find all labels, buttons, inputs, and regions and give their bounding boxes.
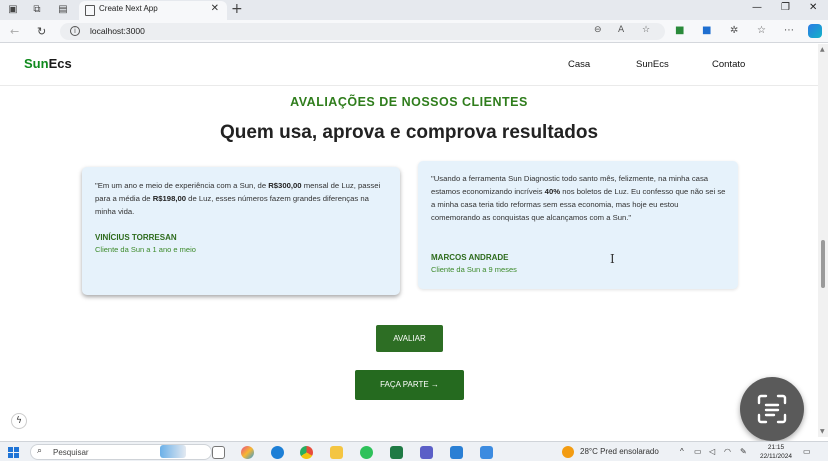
excel-icon[interactable] [390,446,403,459]
nav-link-contato[interactable]: Contato [712,59,745,70]
profile-icon[interactable]: ▣ [6,3,20,17]
nextjs-dev-indicator-icon[interactable]: ϟ [11,413,27,429]
url-field[interactable]: i localhost:3000 ⊖ A ☆ [60,23,665,40]
clock-date: 22/11/2024 [759,453,793,460]
whatsapp-icon[interactable] [360,446,373,459]
testimonial-card: "Usando a ferramenta Sun Diagnostic todo… [418,161,738,289]
testimonial-customer-since: Cliente da Sun a 1 ano e meio [95,245,196,254]
pen-icon[interactable]: ✎ [740,447,747,456]
testimonial-card: "Em um ano e meio de experiência com a S… [82,167,400,295]
wifi-icon[interactable]: ◠ [724,447,731,456]
browser-tab-strip: ▣ ⧉ ▤ Create Next App ✕ + — ❐ ✕ [0,0,828,20]
read-aloud-icon[interactable]: A [618,25,624,35]
close-window-icon[interactable]: ✕ [809,2,817,13]
edge-icon[interactable] [271,446,284,459]
file-explorer-icon[interactable] [330,446,343,459]
site-header: SunEcs Casa SunEcs Contato [0,44,818,86]
weather-icon[interactable] [562,446,574,458]
chrome-icon[interactable] [300,446,313,459]
taskbar-clock[interactable]: 21:15 22/11/2024 [757,443,795,461]
app-icon[interactable] [480,446,493,459]
page-favicon-icon [85,5,95,16]
workspaces-icon[interactable]: ⧉ [30,3,44,17]
windows-taskbar: ⌕ Pesquisar 28°C Pred ensolarado ^ ▭ ◁ ◠… [0,441,828,461]
volume-icon[interactable]: ◁ [709,447,715,456]
favorite-star-icon[interactable]: ☆ [642,25,650,35]
extension-icon[interactable]: ■ [675,25,684,36]
scrollbar-thumb[interactable] [821,240,825,288]
section-eyebrow: AVALIAÇÕES DE NOSSOS CLIENTES [290,95,528,109]
site-info-icon[interactable]: i [70,26,80,36]
site-logo[interactable]: SunEcs [24,56,72,71]
vertical-tabs-icon[interactable]: ▤ [56,3,70,17]
scroll-down-icon[interactable]: ▼ [820,428,825,435]
task-view-icon[interactable] [212,446,225,459]
restore-icon[interactable]: ❐ [781,2,790,13]
tab-title: Create Next App [99,4,158,13]
tray-chevron-icon[interactable]: ^ [680,447,684,456]
page-scrollbar[interactable]: ▲ ▼ [818,44,828,437]
close-tab-icon[interactable]: ✕ [211,3,219,14]
back-icon[interactable]: ← [10,25,19,38]
refresh-icon[interactable]: ↻ [37,25,46,38]
battery-icon[interactable]: ▭ [694,447,702,456]
testimonial-customer-since: Cliente da Sun a 9 meses [431,265,517,274]
address-bar-row: ← ↻ i localhost:3000 ⊖ A ☆ ■ ■ ✲ ☆ ⋯ [0,20,828,43]
search-placeholder: Pesquisar [53,448,89,457]
minimize-icon[interactable]: — [752,2,762,13]
scan-text-icon [757,394,787,424]
vscode-icon[interactable] [450,446,463,459]
testimonial-quote: "Usando a ferramenta Sun Diagnostic todo… [431,174,726,222]
more-menu-icon[interactable]: ⋯ [784,25,794,36]
url-text[interactable]: localhost:3000 [90,26,145,36]
notifications-icon[interactable]: ▭ [803,447,811,456]
extensions-puzzle-icon[interactable]: ✲ [730,25,738,36]
faca-parte-button[interactable]: FAÇA PARTE → [355,370,464,400]
avaliar-button[interactable]: AVALIAR [376,325,443,352]
testimonial-quote: "Em um ano e meio de experiência com a S… [95,181,381,216]
testimonial-author: MARCOS ANDRADE [431,253,509,262]
search-icon: ⌕ [37,446,43,456]
copilot-icon[interactable] [808,24,822,38]
scroll-up-icon[interactable]: ▲ [820,46,825,53]
clock-time: 21:15 [767,444,785,451]
favorites-icon[interactable]: ☆ [757,25,766,36]
text-cursor-icon: I [610,252,615,266]
teams-icon[interactable] [420,446,433,459]
windows-start-icon[interactable] [8,447,19,458]
extension-blue-icon[interactable]: ■ [702,25,711,36]
zoom-icon[interactable]: ⊖ [594,25,602,35]
browser-tab[interactable]: Create Next App ✕ [79,1,227,20]
nav-link-sunecs[interactable]: SunEcs [636,59,669,70]
search-highlight-icon[interactable] [160,445,186,458]
testimonial-author: VINÍCIUS TORRESAN [95,233,177,242]
nav-link-casa[interactable]: Casa [568,59,590,70]
visual-search-button[interactable] [740,377,804,441]
section-headline: Quem usa, aprova e comprova resultados [219,122,599,143]
new-tab-button[interactable]: + [231,1,243,17]
copilot-taskbar-icon[interactable] [241,446,254,459]
weather-text[interactable]: 28°C Pred ensolarado [580,447,659,456]
